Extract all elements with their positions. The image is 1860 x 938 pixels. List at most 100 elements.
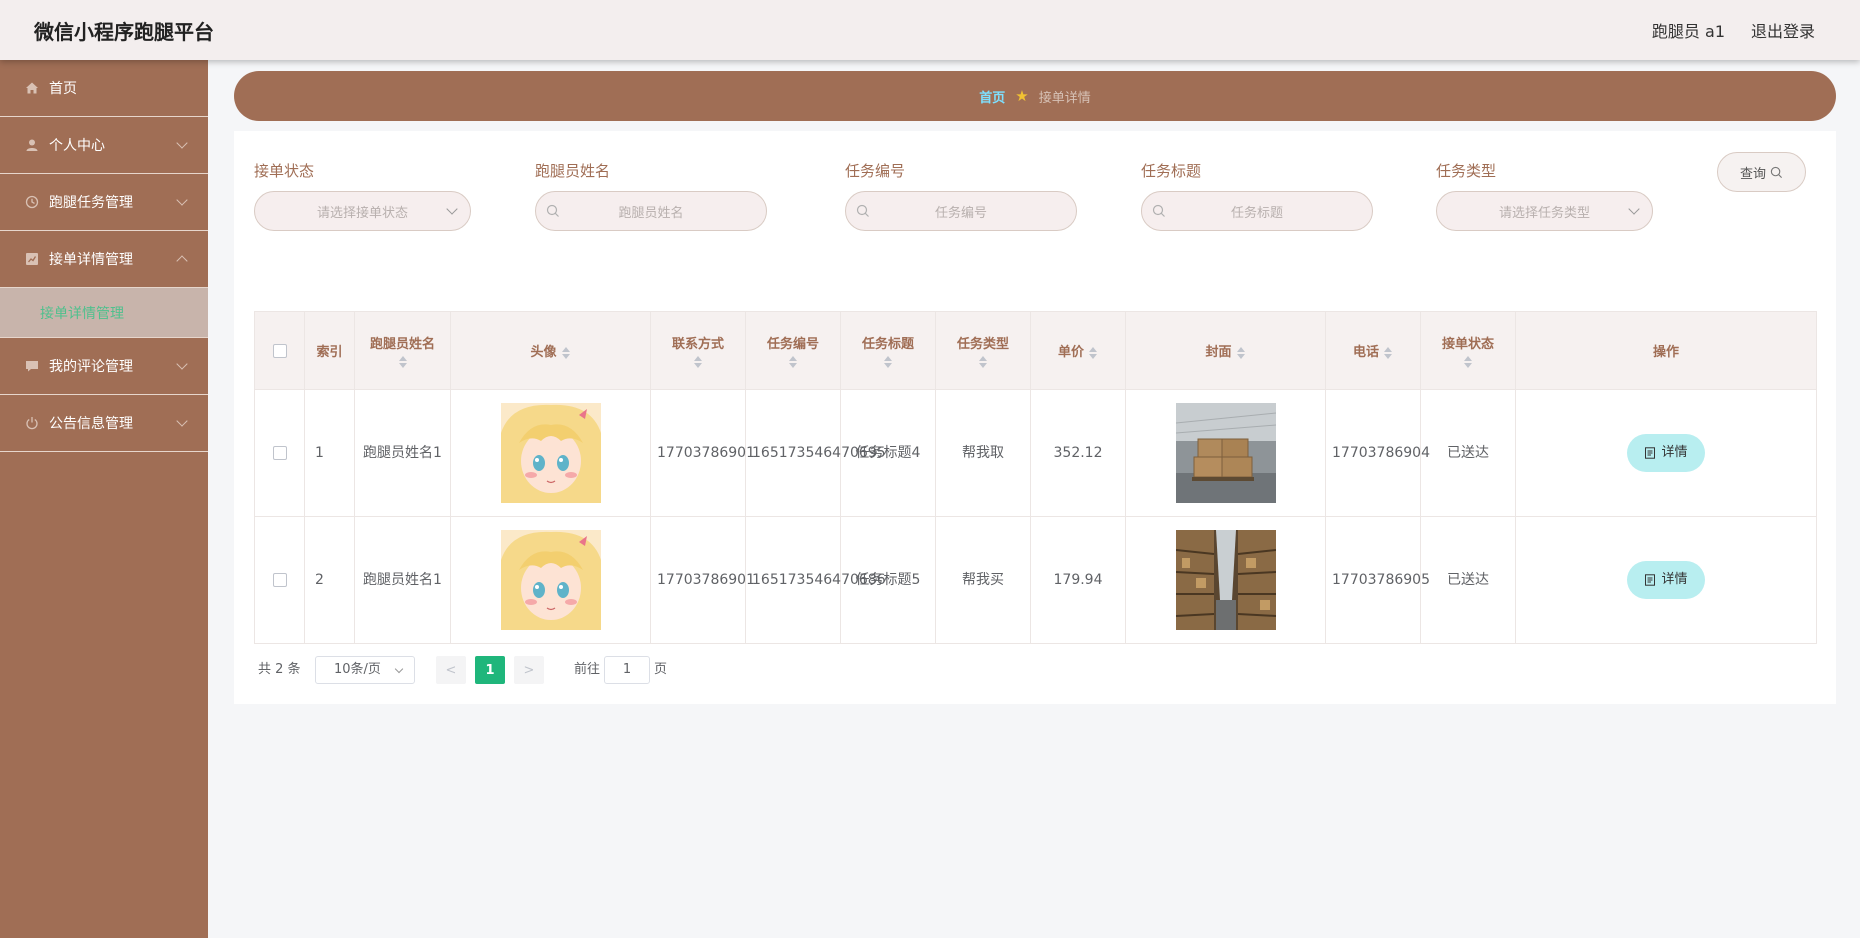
task-type-select[interactable]: 请选择任务类型 [1436,191,1653,231]
star-icon: ★ [1015,87,1029,105]
search-icon [546,204,559,217]
app-title: 微信小程序跑腿平台 [34,20,214,44]
next-page-button[interactable]: > [514,656,544,684]
column-header-label: 电话 [1352,345,1379,360]
chevron-left-icon: < [445,662,457,678]
cell-actions: 详情 [1515,516,1817,644]
sidebar-subitem-order-details[interactable]: 接单详情管理 [0,288,208,338]
sort-icon[interactable] [693,356,703,368]
avatar [500,403,601,503]
column-header-phone[interactable]: 电话 [1325,311,1421,390]
breadcrumb: 首页 ★ 接单详情 [234,71,1836,121]
column-header-label: 接单状态 [1441,337,1494,352]
comment-icon [24,358,40,374]
sidebar-item-tasks[interactable]: 跑腿任务管理 [0,174,208,231]
sidebar-item-home[interactable]: 首页 [0,60,208,117]
cell-index: 1 [304,389,355,517]
top-header: 微信小程序跑腿平台 跑腿员 a1 退出登录 [0,0,1860,60]
logout-link[interactable]: 退出登录 [1751,0,1815,64]
power-icon [24,415,40,431]
cover-image [1175,403,1276,503]
status-select[interactable]: 请选择接单状态 [254,191,471,231]
sort-icon[interactable] [1236,346,1246,359]
search-icon [1770,166,1783,178]
search-icon [856,204,869,217]
column-header-status[interactable]: 接单状态 [1420,311,1516,390]
home-icon [24,80,40,96]
task-no-input[interactable]: 任务编号 [845,191,1077,231]
sidebar-item-label: 首页 [49,81,77,97]
runner-name-label: 跑腿员姓名 [535,162,611,180]
goto-page-input[interactable]: 1 [604,656,650,684]
detail-button-label: 详情 [1661,572,1688,587]
chevron-down-icon [176,415,188,427]
runner-name-input[interactable]: 跑腿员姓名 [535,191,767,231]
row-select-cell[interactable] [254,516,305,644]
sidebar-item-comments[interactable]: 我的评论管理 [0,338,208,395]
column-header-runner-name[interactable]: 跑腿员姓名 [354,311,451,390]
cell-contact: 17703786901 [650,389,755,517]
prev-page-button[interactable]: < [436,656,466,684]
column-header-avatar[interactable]: 头像 [450,311,651,390]
row-select-cell[interactable] [254,389,305,517]
page-number-current[interactable]: 1 [475,656,505,684]
select-all-cell[interactable] [254,311,305,390]
select-all-checkbox[interactable] [272,343,287,358]
sort-icon[interactable] [978,356,988,368]
detail-button[interactable]: 详情 [1627,561,1705,599]
column-header-contact[interactable]: 联系方式 [650,311,746,390]
sidebar-item-profile[interactable]: 个人中心 [0,117,208,174]
column-header-label: 跑腿员姓名 [369,337,435,352]
cell-status: 已送达 [1420,389,1516,517]
column-header-task-no[interactable]: 任务编号 [745,311,841,390]
cell-price: 179.94 [1030,516,1126,644]
sidebar-item-announcements[interactable]: 公告信息管理 [0,395,208,452]
cell-price: 352.12 [1030,389,1126,517]
column-header-label: 任务类型 [956,337,1009,352]
column-header-index: 索引 [304,311,355,390]
sidebar-item-label: 公告信息管理 [49,416,133,432]
task-title-placeholder: 任务标题 [1230,205,1283,221]
sort-icon[interactable] [398,356,408,368]
task-title-label: 任务标题 [1141,162,1202,180]
sort-icon[interactable] [1463,356,1473,368]
sidebar-item-label: 我的评论管理 [49,359,133,375]
column-header-price[interactable]: 单价 [1030,311,1126,390]
sort-icon[interactable] [883,356,893,368]
chevron-down-icon [446,203,458,215]
breadcrumb-current: 接单详情 [1038,90,1091,106]
column-header-label: 任务编号 [766,337,819,352]
sort-icon[interactable] [561,346,571,359]
orders-table: 索引 跑腿员姓名 头像 联系方式 任务编号 任务标题 任务类型 单价 封面 电话… [254,311,1817,644]
chevron-down-icon [176,137,188,149]
detail-button[interactable]: 详情 [1627,434,1705,472]
sidebar-item-label: 个人中心 [49,138,105,154]
column-header-label: 联系方式 [671,337,724,352]
sort-icon[interactable] [788,356,798,368]
column-header-label: 封面 [1205,345,1232,360]
cell-task-type: 帮我买 [935,516,1031,644]
task-title-input[interactable]: 任务标题 [1141,191,1373,231]
breadcrumb-home[interactable]: 首页 [979,87,1005,106]
sidebar-item-orders[interactable]: 接单详情管理 [0,231,208,288]
column-header-label: 单价 [1057,345,1084,360]
sort-icon[interactable] [1088,346,1098,359]
cell-cover [1125,516,1326,644]
query-button[interactable]: 查询 [1717,152,1806,192]
cell-phone: 17703786904 [1325,389,1430,517]
cell-task-no: 165173546470686 [745,516,886,644]
row-checkbox[interactable] [272,446,287,460]
page-size-select[interactable]: 10条/页 [315,656,415,684]
cell-runner-name: 跑腿员姓名1 [354,389,451,517]
chevron-right-icon: > [523,662,535,678]
cell-avatar [450,516,651,644]
column-header-task-type[interactable]: 任务类型 [935,311,1031,390]
cell-actions: 详情 [1515,389,1817,517]
column-header-cover[interactable]: 封面 [1125,311,1326,390]
sort-icon[interactable] [1383,346,1393,359]
sidebar-item-label: 接单详情管理 [49,252,133,268]
cell-contact: 17703786901 [650,516,755,644]
column-header-task-title[interactable]: 任务标题 [840,311,936,390]
cell-status: 已送达 [1420,516,1516,644]
row-checkbox[interactable] [272,573,287,587]
